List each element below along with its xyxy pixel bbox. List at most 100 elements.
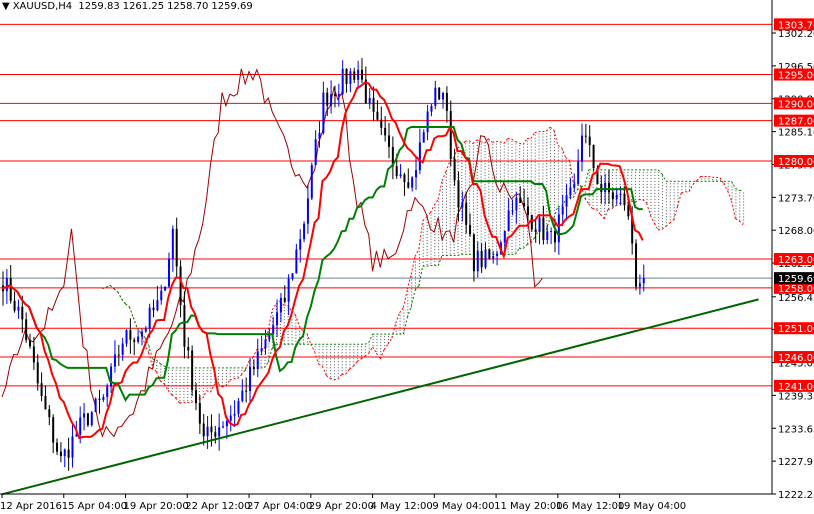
senkou-span-a bbox=[588, 203, 593, 210]
cloud-dot bbox=[287, 319, 289, 321]
cloud-dot bbox=[461, 226, 463, 228]
cloud-dot bbox=[426, 228, 428, 230]
cloud-dot bbox=[476, 177, 478, 179]
candle bbox=[94, 397, 97, 413]
cloud-dot bbox=[553, 195, 555, 197]
cloud-dot bbox=[442, 182, 444, 184]
cloud-dot bbox=[434, 261, 436, 263]
cloud-dot bbox=[538, 199, 540, 201]
cloud-dot bbox=[654, 207, 656, 209]
cloud-dot bbox=[530, 236, 532, 238]
time-tick-label: 12 Apr 2016 bbox=[0, 501, 62, 512]
cloud-dot bbox=[592, 189, 594, 191]
cloud-dot bbox=[496, 173, 498, 175]
cloud-dot bbox=[349, 352, 351, 354]
cloud-dot bbox=[530, 155, 532, 157]
cloud-dot bbox=[422, 222, 424, 224]
candle bbox=[384, 116, 387, 142]
cloud-dot bbox=[472, 151, 474, 153]
senkou-span-a bbox=[534, 131, 539, 134]
cloud-dot bbox=[430, 247, 432, 249]
open-value: 1259.83 bbox=[78, 1, 120, 12]
cloud-dot bbox=[557, 192, 559, 194]
cloud-dot bbox=[530, 200, 532, 202]
price-chart[interactable]: 1302.201296.501290.801285.101279.401273.… bbox=[0, 0, 814, 514]
cloud-dot bbox=[376, 336, 378, 338]
cloud-dot bbox=[453, 196, 455, 198]
cloud-dot bbox=[388, 339, 389, 341]
cloud-dot bbox=[422, 231, 424, 233]
cloud-dot bbox=[743, 192, 745, 194]
cloud-dot bbox=[615, 171, 617, 173]
cloud-dot bbox=[465, 239, 467, 241]
candle-body bbox=[210, 426, 213, 433]
candle-body bbox=[511, 210, 514, 212]
cloud-dot bbox=[561, 191, 563, 193]
time-tick-label: 22 Apr 12:00 bbox=[185, 501, 250, 512]
cloud-dot bbox=[341, 349, 343, 351]
candle bbox=[418, 128, 421, 175]
cloud-dot bbox=[480, 239, 482, 241]
candle bbox=[635, 239, 638, 291]
cloud-dot bbox=[472, 196, 474, 198]
cloud-dot bbox=[195, 369, 196, 371]
cloud-dot bbox=[635, 195, 637, 197]
cloud-dot bbox=[669, 198, 671, 200]
candle bbox=[102, 394, 105, 402]
chart-window[interactable]: ▼ XAUUSD,H4 1259.83 1261.25 1258.70 1259.69 … bbox=[0, 0, 814, 514]
cloud-dot bbox=[654, 198, 656, 200]
cloud-dot bbox=[642, 192, 644, 194]
cloud-dot bbox=[465, 179, 467, 181]
cloud-dot bbox=[553, 165, 555, 167]
cloud-dot bbox=[415, 270, 417, 272]
cloud-dot bbox=[210, 375, 212, 377]
cloud-dot bbox=[530, 143, 532, 145]
cloud-dot bbox=[538, 136, 540, 138]
cloud-dot bbox=[422, 249, 424, 251]
cloud-dot bbox=[291, 331, 293, 333]
candle-body bbox=[608, 182, 611, 193]
senkou-span-a bbox=[437, 180, 443, 200]
cloud-dot bbox=[569, 162, 571, 164]
cloud-dot bbox=[299, 330, 301, 332]
cloud-dot bbox=[673, 183, 675, 185]
candle-body bbox=[32, 346, 35, 363]
collapse-triangle-icon[interactable]: ▼ bbox=[2, 1, 10, 12]
cloud-dot bbox=[557, 168, 559, 170]
price-tick-label: 1239.35 bbox=[778, 391, 814, 402]
candle-body bbox=[472, 234, 475, 272]
cloud-dot bbox=[496, 206, 498, 208]
cloud-dot bbox=[461, 244, 463, 246]
cloud-dot bbox=[399, 323, 401, 325]
cloud-dot bbox=[430, 223, 432, 225]
cloud-dot bbox=[511, 252, 513, 254]
cloud-dot bbox=[665, 222, 667, 224]
cloud-dot bbox=[499, 203, 501, 205]
candle-body bbox=[187, 346, 190, 351]
cloud-dot bbox=[422, 237, 424, 239]
cloud-dot bbox=[507, 158, 509, 160]
candle bbox=[322, 81, 325, 135]
cloud-dot bbox=[445, 194, 447, 196]
cloud-dot bbox=[453, 244, 455, 246]
cloud-dot bbox=[457, 233, 459, 235]
cloud-dot bbox=[503, 217, 505, 219]
cloud-dot bbox=[442, 185, 444, 187]
cloud-dot bbox=[499, 167, 501, 169]
candle-body bbox=[106, 386, 109, 397]
cloud-dot bbox=[523, 209, 525, 211]
cloud-dot bbox=[430, 238, 432, 240]
cloud-dot bbox=[561, 173, 563, 175]
cloud-dot bbox=[449, 199, 451, 201]
cloud-dot bbox=[418, 266, 420, 268]
senkou-span-b bbox=[457, 253, 462, 256]
candle bbox=[156, 285, 159, 312]
cloud-dot bbox=[503, 202, 505, 204]
cloud-dot bbox=[553, 150, 555, 152]
cloud-dot bbox=[229, 375, 231, 377]
cloud-dot bbox=[484, 145, 486, 147]
cloud-dot bbox=[503, 178, 505, 180]
cloud-dot bbox=[384, 342, 386, 344]
senkou-span-a bbox=[387, 337, 393, 345]
candle-body bbox=[206, 426, 209, 437]
